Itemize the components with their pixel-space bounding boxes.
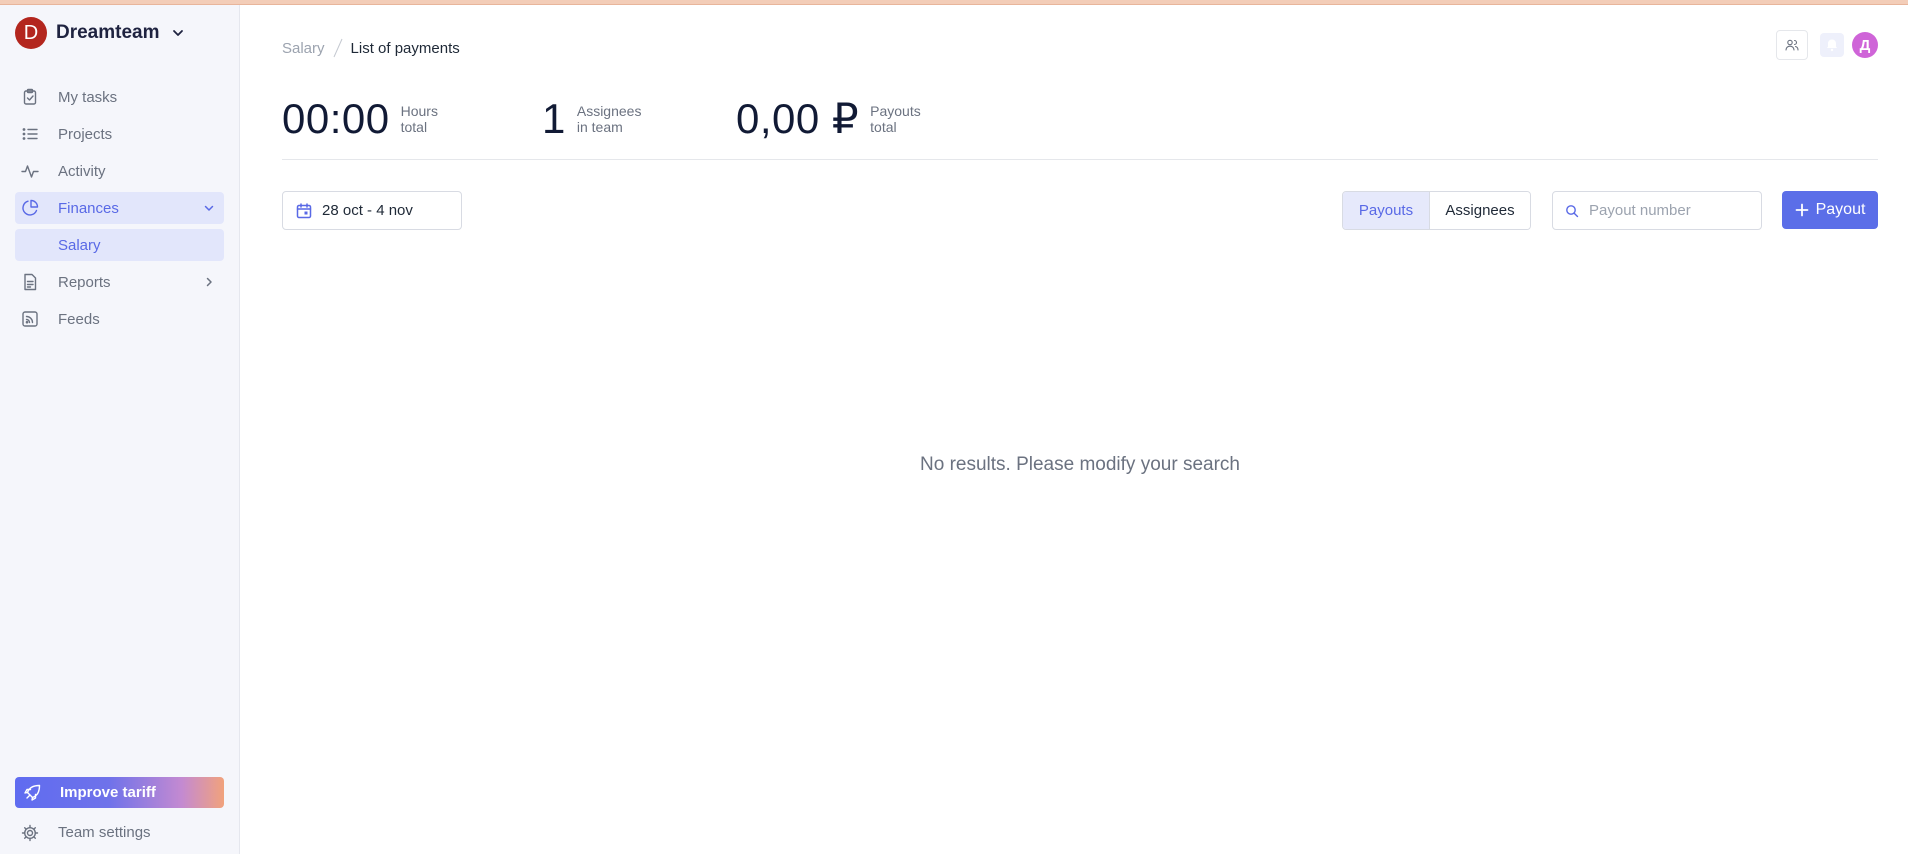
sidebar-item-label: Salary <box>58 236 101 254</box>
gear-icon <box>21 824 39 841</box>
stat-hours-label: Hours total <box>401 103 438 135</box>
payments-toolbar: 28 oct - 4 nov Payouts Assignees Payout <box>282 191 1878 230</box>
stat-payouts: 0,00 ₽ Payouts total <box>736 93 921 145</box>
plus-icon <box>1795 203 1808 217</box>
view-toggle: Payouts Assignees <box>1342 191 1531 230</box>
pie-chart-icon <box>22 199 39 216</box>
sidebar-item-reports[interactable]: Reports <box>15 266 224 298</box>
add-payout-button[interactable]: Payout <box>1782 191 1878 229</box>
tab-assignees[interactable]: Assignees <box>1430 192 1530 229</box>
stat-assignees-label-line1: Assignees <box>576 103 642 119</box>
empty-state-message: No results. Please modify your search <box>920 454 1240 475</box>
main-content: Salary List of payments Д 00:00 Hours to… <box>282 5 1878 854</box>
rocket-icon <box>24 784 41 801</box>
breadcrumb-separator <box>333 38 342 58</box>
page-title: List of payments <box>350 39 460 57</box>
add-payout-label: Payout <box>1815 201 1866 218</box>
notifications-button[interactable] <box>1820 33 1844 57</box>
chevron-down-icon <box>172 30 183 36</box>
stat-payouts-label-line2: total <box>870 119 897 135</box>
calendar-icon <box>296 202 312 218</box>
stat-assignees: 1 Assignees in team <box>542 93 641 145</box>
tab-payouts[interactable]: Payouts <box>1343 192 1430 229</box>
team-settings-link[interactable]: Team settings <box>15 817 224 848</box>
chevron-right-icon <box>206 277 212 287</box>
stat-hours-label-line2: total <box>400 119 428 135</box>
sidebar-item-my-tasks[interactable]: My tasks <box>15 81 224 113</box>
summary-stats: 00:00 Hours total 1 Assignees in team 0,… <box>282 93 1878 145</box>
team-avatar: D <box>15 17 47 49</box>
bell-icon <box>1827 39 1837 52</box>
stats-divider <box>282 159 1878 160</box>
sidebar-item-label: Activity <box>58 162 106 180</box>
stat-payouts-label-line1: Payouts <box>870 103 921 119</box>
improve-tariff-label: Improve tariff <box>60 784 156 801</box>
stat-hours-label-line1: Hours <box>400 103 438 119</box>
date-range-picker[interactable]: 28 oct - 4 nov <box>282 191 462 230</box>
users-icon <box>1785 39 1799 51</box>
sidebar-item-activity[interactable]: Activity <box>15 155 224 187</box>
sidebar: D Dreamteam My tasks Projects Activity F… <box>0 5 240 854</box>
sidebar-item-label: Projects <box>58 125 113 143</box>
clipboard-icon <box>23 88 37 105</box>
sidebar-item-projects[interactable]: Projects <box>15 118 224 150</box>
document-icon <box>24 273 37 291</box>
payout-search <box>1552 191 1762 230</box>
sidebar-item-label: Finances <box>58 199 119 217</box>
team-settings-label: Team settings <box>58 824 151 841</box>
stat-assignees-value: 1 <box>542 95 566 142</box>
sidebar-item-finances[interactable]: Finances <box>15 192 224 224</box>
stat-payouts-value: 0,00 ₽ <box>736 95 860 142</box>
stat-assignees-label-line2: in team <box>576 119 623 135</box>
stat-assignees-label: Assignees in team <box>577 103 642 135</box>
team-name: Dreamteam <box>56 22 160 43</box>
sidebar-item-salary[interactable]: Salary <box>15 229 224 261</box>
date-range-value: 28 oct - 4 nov <box>322 202 413 219</box>
breadcrumb-parent-link[interactable]: Salary <box>282 40 325 57</box>
sidebar-nav: My tasks Projects Activity Finances Sala… <box>15 81 224 340</box>
sidebar-item-label: My tasks <box>58 88 118 106</box>
team-members-button[interactable] <box>1776 30 1808 60</box>
stat-hours-value: 00:00 <box>282 95 390 142</box>
rss-icon <box>22 311 38 327</box>
payout-number-input[interactable] <box>1589 202 1749 219</box>
search-icon <box>1566 204 1579 217</box>
list-icon <box>22 128 38 140</box>
chevron-down-icon <box>204 205 214 211</box>
breadcrumb: Salary List of payments <box>282 37 460 59</box>
user-avatar[interactable]: Д <box>1852 32 1878 58</box>
sidebar-item-feeds[interactable]: Feeds <box>15 303 224 335</box>
activity-icon <box>21 165 39 178</box>
sidebar-item-label: Feeds <box>58 310 100 328</box>
team-switcher[interactable]: D Dreamteam <box>15 17 186 49</box>
stat-hours: 00:00 Hours total <box>282 93 438 145</box>
header-actions: Д <box>1776 30 1878 60</box>
improve-tariff-button[interactable]: Improve tariff <box>15 777 224 808</box>
sidebar-item-label: Reports <box>58 273 111 291</box>
stat-payouts-label: Payouts total <box>870 103 921 135</box>
